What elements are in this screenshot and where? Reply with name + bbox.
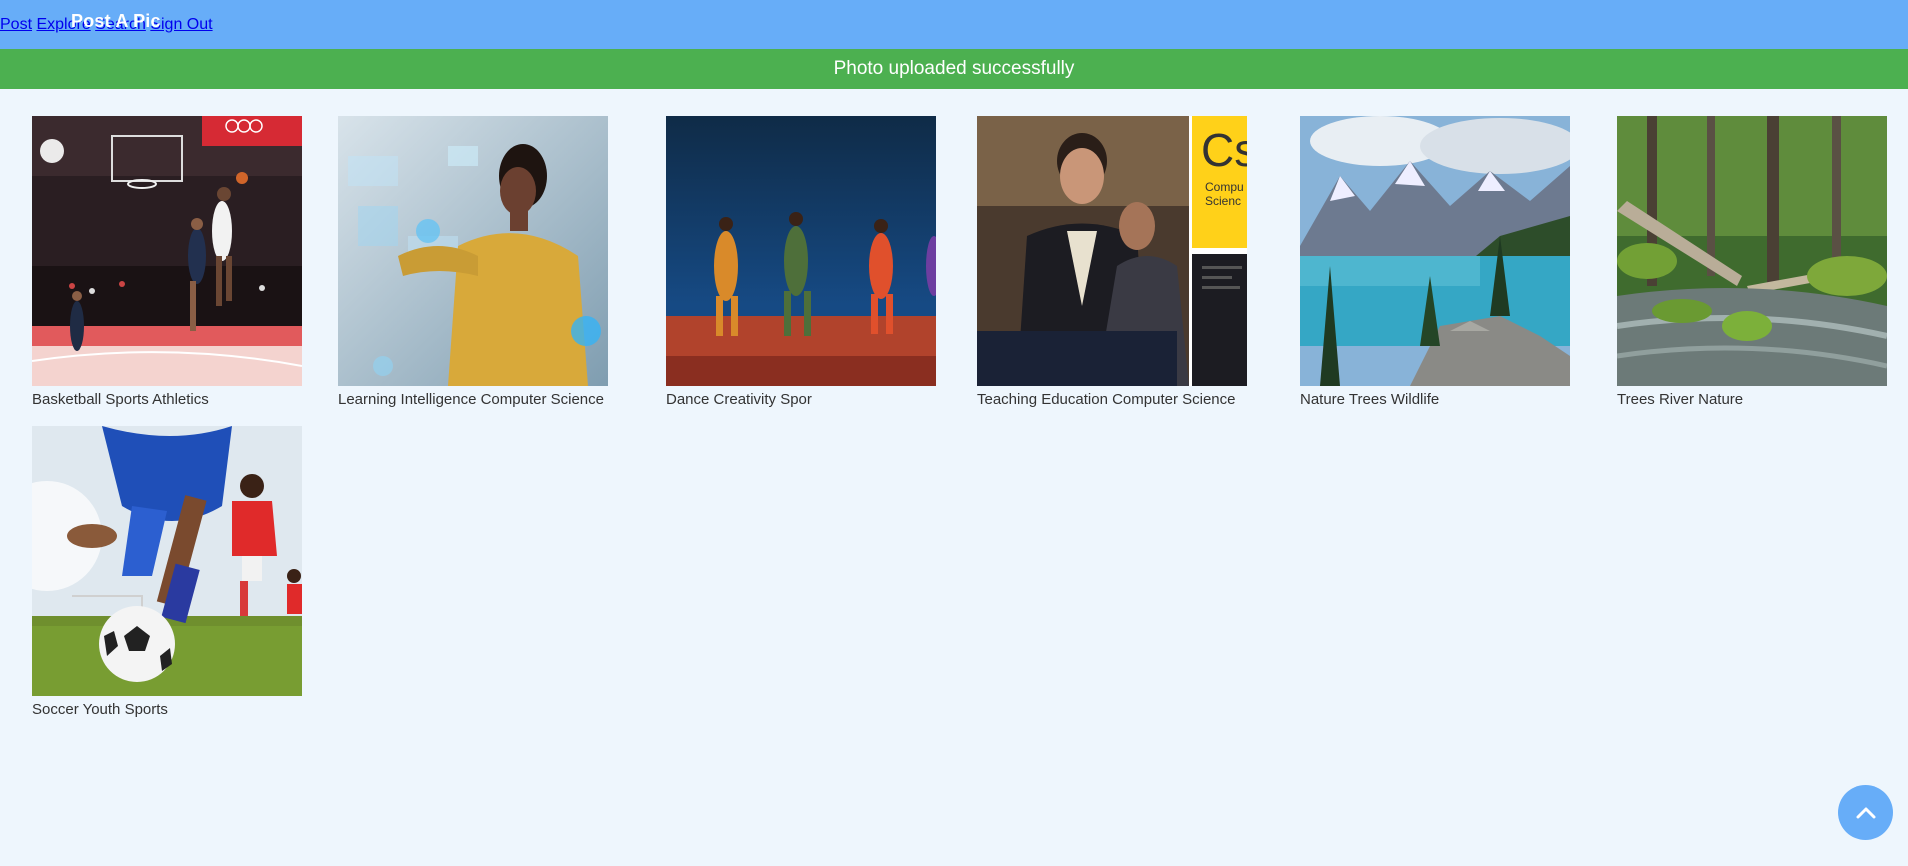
- brand-link[interactable]: Post A Pic: [71, 11, 161, 32]
- dancers-photo: [666, 116, 936, 386]
- forest-river-photo: [1617, 116, 1887, 386]
- nav-post-link[interactable]: Post: [0, 16, 32, 33]
- photo-card: Learning Intelligence Computer Science: [338, 116, 628, 408]
- photo-caption: Teaching Education Computer Science: [977, 391, 1236, 408]
- photo-card: Basketball Sports Athletics: [32, 116, 322, 408]
- photo-card: Nature Trees Wildlife: [1300, 116, 1590, 408]
- svg-text:Scienc: Scienc: [1205, 194, 1241, 208]
- photo-thumbnail[interactable]: [338, 116, 608, 386]
- scroll-to-top-button[interactable]: [1838, 785, 1893, 840]
- photo-thumbnail[interactable]: [666, 116, 936, 386]
- basketball-photo: [32, 116, 302, 386]
- photo-thumbnail[interactable]: [32, 116, 302, 386]
- photo-caption: Nature Trees Wildlife: [1300, 391, 1440, 408]
- photo-card: Trees River Nature: [1617, 116, 1907, 408]
- photo-thumbnail[interactable]: [32, 426, 302, 696]
- top-navbar: Post A Pic Post Explore Search Sign Out: [0, 0, 1908, 49]
- photo-caption: Basketball Sports Athletics: [32, 391, 209, 408]
- photo-card: Cs Compu Scienc Teaching Education Compu…: [977, 116, 1267, 408]
- photo-card: Soccer Youth Sports: [32, 426, 322, 718]
- svg-text:Cs: Cs: [1201, 124, 1247, 176]
- teaching-photo: Cs Compu Scienc: [977, 116, 1247, 386]
- photo-card: Dance Creativity Spor: [666, 116, 956, 408]
- photo-caption: Soccer Youth Sports: [32, 701, 168, 718]
- flash-message-text: Photo uploaded successfully: [833, 58, 1075, 79]
- photo-caption: Learning Intelligence Computer Science: [338, 391, 604, 408]
- photo-thumbnail[interactable]: [1300, 116, 1570, 386]
- mountain-lake-photo: [1300, 116, 1570, 386]
- woman-hologram-photo: [338, 116, 608, 386]
- chevron-up-icon: [1856, 807, 1875, 818]
- photo-thumbnail[interactable]: [1617, 116, 1887, 386]
- soccer-photo: [32, 426, 302, 696]
- photo-caption: Trees River Nature: [1617, 391, 1744, 408]
- photo-caption: Dance Creativity Spor: [666, 391, 812, 408]
- photo-thumbnail[interactable]: Cs Compu Scienc: [977, 116, 1247, 386]
- svg-text:Compu: Compu: [1205, 180, 1244, 194]
- flash-message: Photo uploaded successfully: [0, 49, 1908, 89]
